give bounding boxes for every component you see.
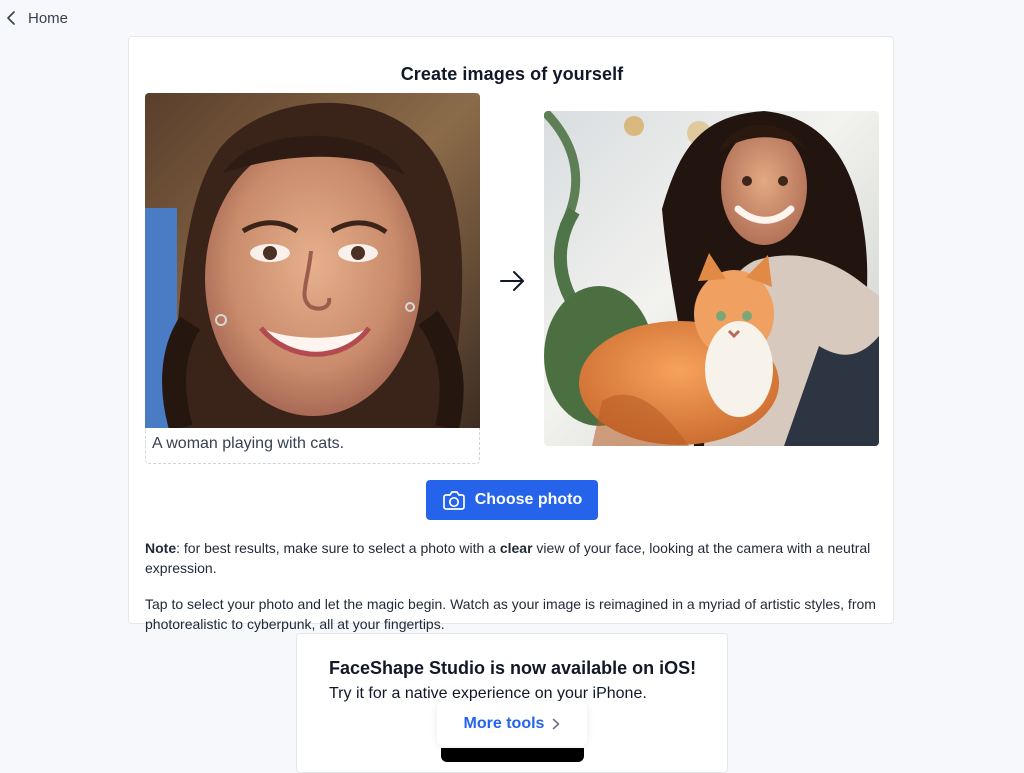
photo-note: Note: for best results, make sure to sel… — [145, 538, 879, 578]
note-prefix: Note — [145, 540, 177, 556]
more-tools-button[interactable]: More tools — [437, 701, 587, 746]
note-bold-text: clear — [499, 540, 533, 556]
top-navigation: Home — [0, 0, 1024, 36]
prompt-text[interactable]: A woman playing with cats. — [145, 428, 480, 464]
intro-description: Tap to select your photo and let the mag… — [145, 596, 876, 632]
chevron-right-icon — [552, 718, 560, 730]
page-title: Create images of yourself — [400, 64, 624, 85]
create-images-card: Create images of yourself A woman playin… — [128, 36, 894, 632]
generated-photo — [544, 111, 879, 446]
ios-promo-title: FaceShape Studio is now available on iOS… — [329, 658, 697, 678]
note-text-before-bold: : for best results, make sure to select … — [176, 540, 500, 556]
choose-photo-label: Choose photo — [474, 491, 583, 508]
chevron-left-icon — [6, 11, 16, 25]
home-back-link[interactable]: Home — [6, 8, 68, 28]
app-store-badge[interactable] — [441, 748, 584, 762]
home-link-label: Home — [28, 9, 69, 27]
more-tools-label: More tools — [463, 714, 545, 732]
source-photo — [145, 93, 480, 428]
arrow-right-icon — [499, 267, 527, 295]
camera-icon — [442, 490, 465, 510]
choose-photo-button[interactable]: Choose photo — [426, 480, 598, 520]
